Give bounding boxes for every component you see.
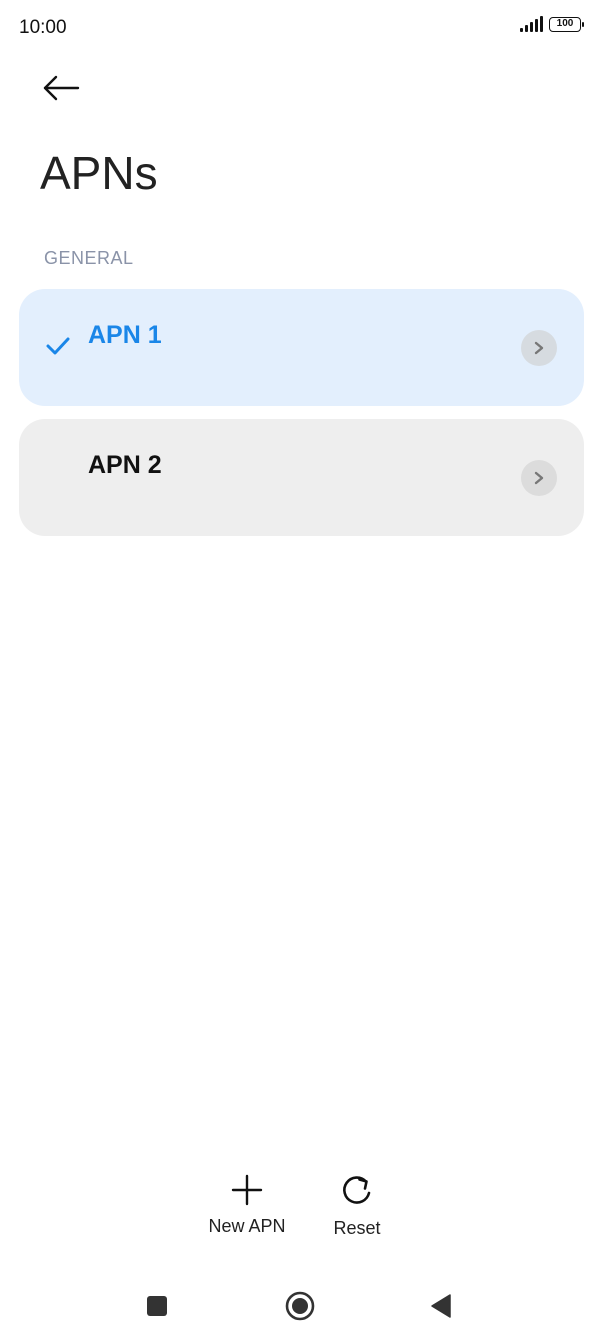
battery-icon: 100 (549, 16, 584, 32)
plus-icon (231, 1174, 263, 1206)
back-button[interactable] (36, 68, 86, 108)
arrow-left-icon (43, 75, 80, 101)
reset-label: Reset (333, 1218, 381, 1238)
chevron-right-icon (534, 341, 544, 355)
status-time: 10:00 (19, 17, 67, 38)
nav-home-button[interactable] (283, 1289, 317, 1323)
page-title: APNs (40, 147, 158, 199)
reset-button[interactable]: Reset (326, 1172, 388, 1239)
nav-recents-button[interactable] (140, 1289, 174, 1323)
refresh-icon (343, 1176, 371, 1204)
status-bar: 10:00 100 (0, 0, 603, 56)
apn-details-button[interactable] (521, 330, 557, 366)
triangle-back-icon (431, 1294, 451, 1318)
nav-back-button[interactable] (425, 1289, 459, 1323)
signal-icon (520, 16, 543, 32)
new-apn-button[interactable]: New APN (201, 1172, 293, 1237)
apn-details-button[interactable] (521, 460, 557, 496)
apn-label: APN 2 (88, 451, 162, 479)
square-icon (147, 1296, 167, 1316)
apn-label: APN 1 (88, 321, 162, 349)
status-icons: 100 (520, 16, 584, 32)
new-apn-label: New APN (208, 1216, 286, 1236)
section-header: GENERAL (44, 248, 134, 268)
chevron-right-icon (534, 471, 544, 485)
circle-icon (285, 1291, 315, 1321)
screen: 10:00 100 APNs GENERAL APN 1 APN 2 New A… (0, 0, 603, 1342)
apn-item-2[interactable]: APN 2 (19, 419, 584, 536)
checkmark-icon (46, 337, 70, 355)
apn-item-1[interactable]: APN 1 (19, 289, 584, 406)
